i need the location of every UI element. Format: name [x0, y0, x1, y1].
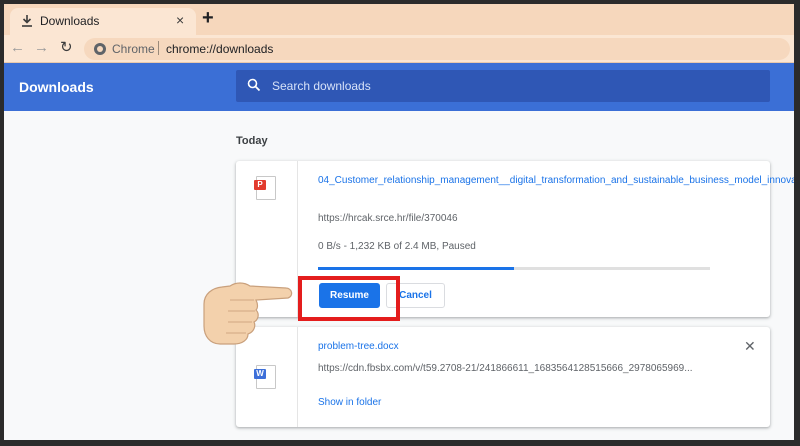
- site-name: Chrome: [112, 42, 155, 56]
- tab-downloads[interactable]: Downloads ×: [10, 8, 196, 35]
- progress-bar: [318, 267, 710, 270]
- file-name-link[interactable]: problem-tree.docx: [318, 339, 718, 355]
- search-input[interactable]: [272, 70, 752, 102]
- word-badge: W: [254, 369, 266, 379]
- search-box[interactable]: [236, 70, 770, 102]
- file-source-url: https://cdn.fbsbx.com/v/t59.2708-21/2418…: [318, 363, 693, 374]
- forward-button[interactable]: →: [34, 39, 49, 57]
- back-button[interactable]: ←: [10, 39, 25, 57]
- pointing-hand-icon: [203, 282, 293, 345]
- tab-close-icon[interactable]: ×: [176, 12, 184, 28]
- download-icon: [22, 15, 32, 27]
- show-in-folder-link[interactable]: Show in folder: [318, 397, 381, 408]
- tab-strip: Downloads × +: [4, 4, 794, 35]
- remove-item-icon[interactable]: ✕: [744, 339, 756, 353]
- address-bar[interactable]: Chrome chrome://downloads: [84, 38, 790, 60]
- reload-button[interactable]: ↻: [60, 39, 73, 57]
- progress-bar-fill: [318, 267, 514, 270]
- new-tab-button[interactable]: +: [202, 8, 214, 28]
- file-name-link[interactable]: 04_Customer_relationship_management__dig…: [318, 173, 794, 189]
- browser-window: Downloads × + ← → ↻ Chrome chrome://down…: [4, 4, 794, 440]
- toolbar: ← → ↻ Chrome chrome://downloads: [4, 35, 794, 63]
- file-source-url: https://hrcak.srce.hr/file/370046: [318, 213, 458, 224]
- downloads-header: Downloads: [4, 63, 794, 111]
- tab-title: Downloads: [40, 14, 100, 28]
- date-section-title: Today: [236, 135, 268, 147]
- address-separator: [158, 41, 159, 55]
- download-status: 0 B/s - 1,232 KB of 2.4 MB, Paused: [318, 241, 476, 252]
- resume-highlight-box: [298, 276, 400, 321]
- pdf-file-icon: P: [254, 176, 276, 200]
- pdf-badge: P: [254, 180, 266, 190]
- address-url: chrome://downloads: [166, 42, 274, 56]
- word-file-icon: W: [254, 365, 276, 389]
- download-item: W problem-tree.docx https://cdn.fbsbx.co…: [236, 327, 770, 427]
- search-icon: [247, 78, 261, 92]
- page-title: Downloads: [19, 79, 94, 95]
- chrome-icon: [94, 43, 106, 55]
